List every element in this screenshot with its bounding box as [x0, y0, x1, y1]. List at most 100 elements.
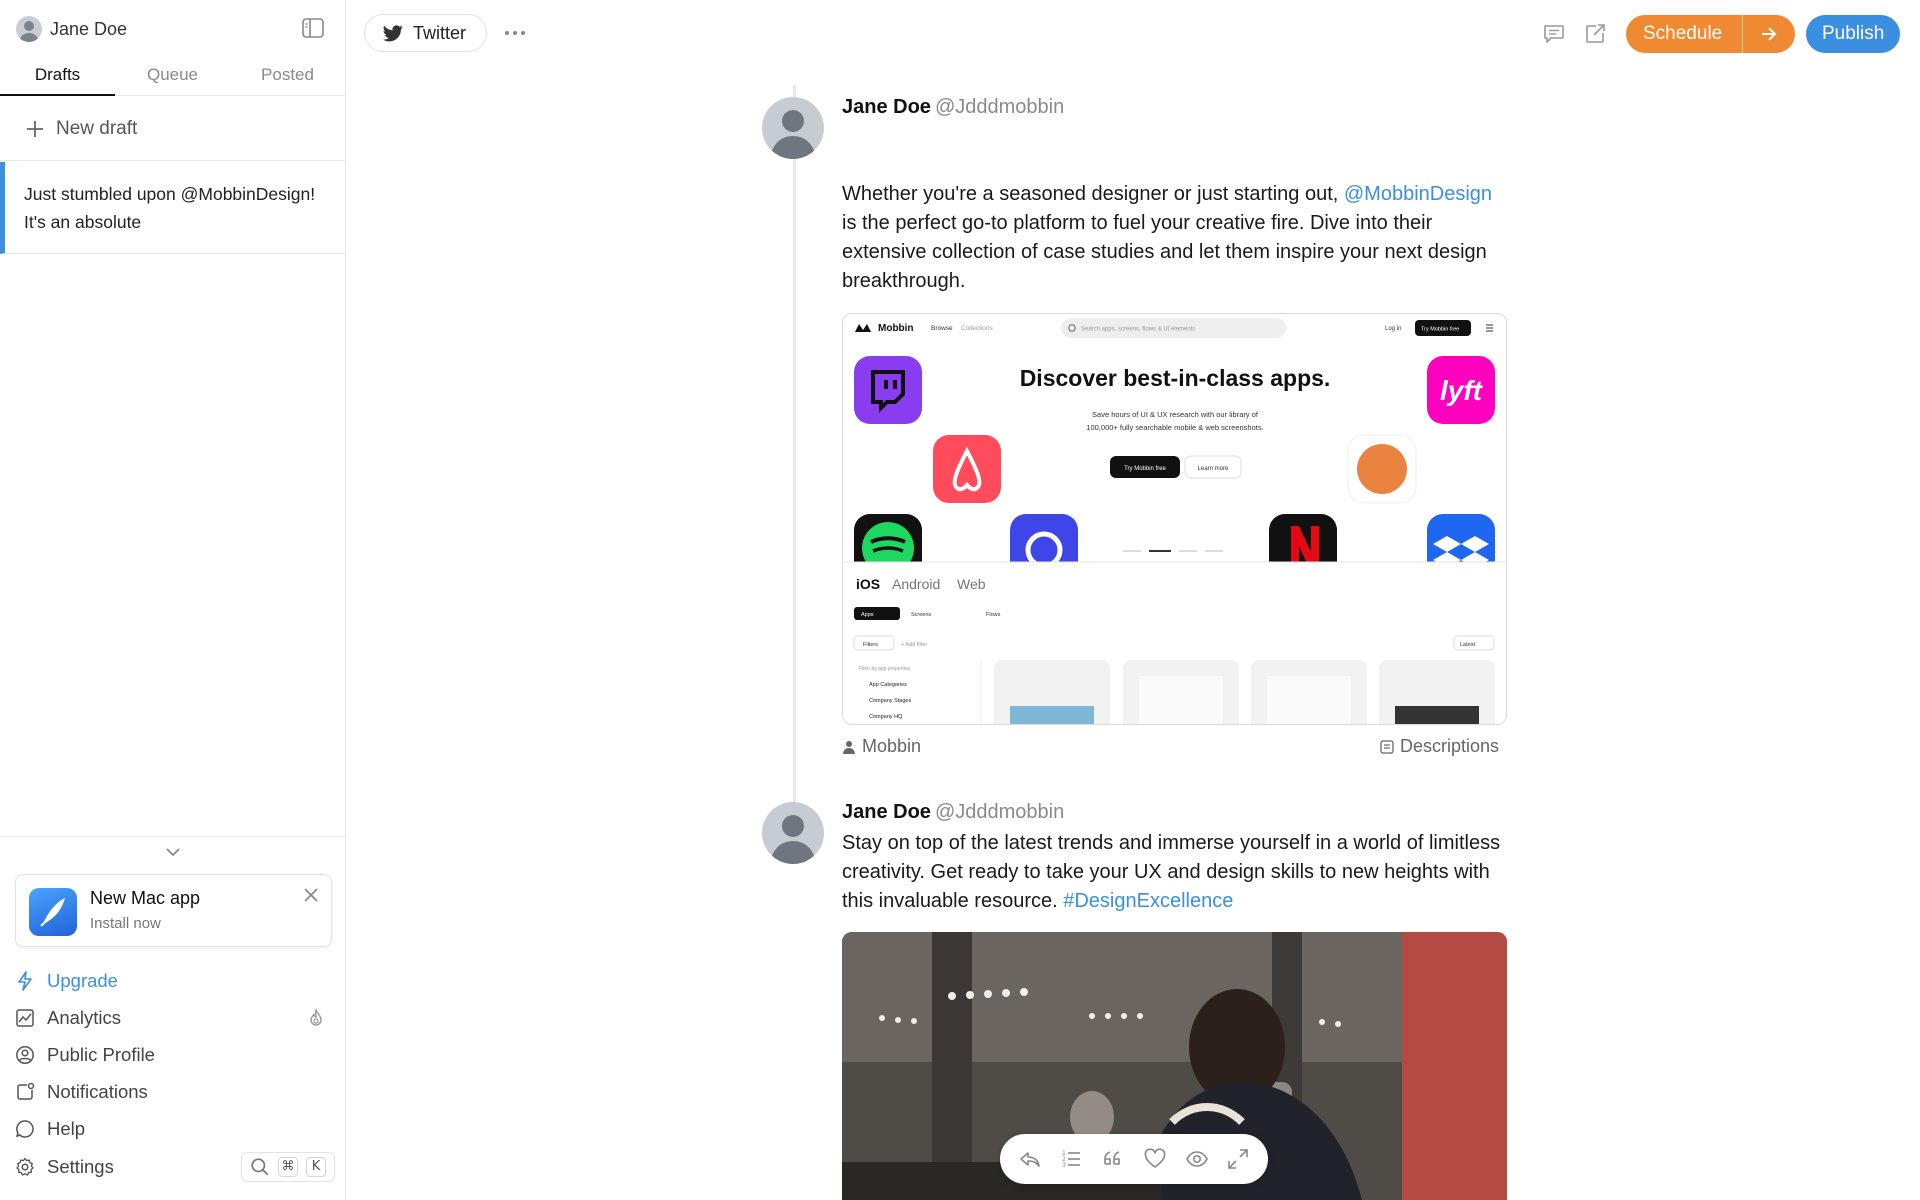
- chevron-down-icon: [166, 847, 180, 856]
- svg-text:lyft: lyft: [1440, 375, 1484, 406]
- tab-posted[interactable]: Posted: [230, 58, 345, 95]
- tweet-body[interactable]: Stay on top of the latest trends and imm…: [842, 829, 1512, 916]
- chart-icon: [16, 1009, 34, 1027]
- tweet-author: Jane Doe @Jdddmobbin: [842, 96, 1064, 119]
- mobbin-tab-ios: iOS: [856, 576, 880, 592]
- promo-title: New Mac app: [90, 888, 201, 908]
- mobbin-secondary-btn-label: Learn more: [1198, 466, 1229, 472]
- platform-selector[interactable]: Twitter: [364, 14, 488, 52]
- tweet-avatar: [762, 97, 824, 159]
- arrow-right-icon: [1762, 27, 1777, 41]
- thread-connector-line: [793, 85, 796, 810]
- shortcut-key-cmd: ⌘: [278, 1156, 298, 1177]
- mobbin-sub2: 100,000+ fully searchable mobile & web s…: [1086, 423, 1263, 432]
- collapse-toggle[interactable]: [0, 836, 346, 866]
- sidebar-toggle-icon[interactable]: [302, 18, 324, 38]
- mobbin-latest-sort: Latest: [1460, 642, 1475, 648]
- media-source-link[interactable]: Mobbin: [842, 736, 921, 757]
- author-handle: @Jdddmobbin: [934, 801, 1065, 823]
- mobbin-tab-android: Android: [892, 576, 940, 592]
- menu-settings[interactable]: Settings ⌘ K: [15, 1148, 335, 1185]
- numbered-list-icon[interactable]: 123: [1059, 1147, 1083, 1171]
- menu-label-analytics: Analytics: [47, 1006, 122, 1028]
- new-draft-button[interactable]: New draft: [0, 97, 346, 161]
- open-external-icon[interactable]: [1583, 22, 1607, 46]
- mobbin-pill-screens: Screens: [911, 612, 931, 618]
- mobbin-website-screenshot: Mobbin Browse Collections Search apps, s…: [843, 318, 1506, 724]
- mobbin-login: Log in: [1385, 326, 1401, 332]
- comment-icon[interactable]: [1542, 22, 1566, 46]
- schedule-button[interactable]: Schedule: [1626, 15, 1743, 53]
- menu-help[interactable]: Help: [15, 1111, 335, 1148]
- mac-app-promo[interactable]: New Mac app Install now: [15, 874, 332, 947]
- tweet-text-start: Whether you're a seasoned designer or ju…: [842, 183, 1344, 205]
- media-descriptions-label: Descriptions: [1400, 736, 1500, 756]
- eye-icon[interactable]: [1185, 1147, 1209, 1171]
- tweet-body[interactable]: Whether you're a seasoned designer or ju…: [842, 180, 1512, 296]
- mobbin-add-filter: + Add filter: [901, 642, 927, 648]
- media-action-toolbar: 123: [1000, 1134, 1268, 1184]
- author-handle: @Jdddmobbin: [934, 96, 1065, 118]
- editor-toolbar: Twitter Schedule Publish: [346, 0, 1920, 66]
- draft-preview-text: Just stumbled upon @MobbinDesign! It's a…: [24, 184, 316, 232]
- account-name: Jane Doe: [50, 18, 128, 39]
- hashtag-link[interactable]: #DesignExcellence: [1063, 890, 1233, 912]
- chat-bubble-icon: [16, 1120, 34, 1139]
- publish-button[interactable]: Publish: [1806, 15, 1901, 53]
- svg-text:3: 3: [1062, 1162, 1066, 1169]
- mobbin-tab-web: Web: [957, 576, 986, 592]
- quote-icon[interactable]: [1101, 1147, 1125, 1171]
- mobbin-primary-btn-label: Try Mobbin free: [1124, 466, 1166, 472]
- author-name: Jane Doe: [842, 801, 931, 823]
- mention-link[interactable]: @MobbinDesign: [1344, 183, 1492, 205]
- mobbin-sub1: Save hours of UI & UX research with our …: [1092, 410, 1259, 419]
- plus-icon: [27, 120, 43, 137]
- tweet-media-screenshot[interactable]: Mobbin Browse Collections Search apps, s…: [842, 313, 1507, 725]
- user-silhouette-icon: [770, 815, 816, 864]
- airbnb-app-icon: [933, 435, 1001, 503]
- user-silhouette-icon: [770, 110, 816, 159]
- menu-public-profile[interactable]: Public Profile: [15, 1036, 335, 1073]
- new-draft-label: New draft: [56, 117, 138, 139]
- mobbin-filter-item: Company Stages: [869, 698, 911, 704]
- twitter-bird-icon: [383, 24, 403, 41]
- description-icon: [1380, 739, 1394, 754]
- media-descriptions-button[interactable]: Descriptions: [1380, 736, 1499, 757]
- mobbin-filter-heading: Filter by app properties: [859, 666, 911, 672]
- draft-list-item[interactable]: Just stumbled upon @MobbinDesign! It's a…: [0, 162, 346, 254]
- close-icon[interactable]: [303, 887, 319, 903]
- tweet-avatar: [762, 802, 824, 864]
- expand-icon[interactable]: [1226, 1147, 1250, 1171]
- mobbin-pill-flows: Flows: [986, 612, 1001, 618]
- reply-icon[interactable]: [1018, 1147, 1042, 1171]
- mac-app-icon: [29, 888, 77, 936]
- account-switcher[interactable]: Jane Doe: [16, 16, 127, 42]
- shortcut-key-k: K: [306, 1156, 326, 1177]
- more-options-icon[interactable]: [502, 22, 528, 44]
- media-source-label: Mobbin: [862, 736, 922, 756]
- schedule-arrow-button[interactable]: [1742, 15, 1796, 53]
- schedule-group: Schedule: [1626, 15, 1796, 53]
- mobbin-logo-mark: [855, 324, 871, 332]
- menu-label-public-profile: Public Profile: [47, 1043, 155, 1065]
- menu-upgrade[interactable]: Upgrade: [15, 962, 335, 999]
- tab-drafts[interactable]: Drafts: [0, 58, 115, 96]
- menu-analytics[interactable]: Analytics: [15, 999, 335, 1036]
- menu-label-settings: Settings: [47, 1155, 114, 1177]
- mobbin-filter-item: Company HQ: [869, 714, 903, 720]
- search-shortcut[interactable]: ⌘ K: [241, 1151, 335, 1182]
- tweet-text-end: is the perfect go-to platform to fuel yo…: [842, 212, 1487, 292]
- menu-label-upgrade: Upgrade: [47, 969, 118, 991]
- mobbin-pill-apps: Apps: [861, 612, 874, 618]
- menu-notifications[interactable]: Notifications: [15, 1074, 335, 1111]
- avatar: [16, 16, 42, 42]
- search-icon: [251, 1158, 269, 1176]
- tab-queue[interactable]: Queue: [115, 58, 230, 95]
- heart-icon[interactable]: [1143, 1147, 1167, 1171]
- mobbin-filters-btn: Filters: [863, 642, 878, 648]
- mobbin-brand: Mobbin: [878, 323, 914, 334]
- user-silhouette-icon: [19, 21, 39, 42]
- mobbin-filter-item: App Categories: [869, 682, 907, 688]
- twitch-app-icon: [854, 356, 922, 424]
- sidebar: Jane Doe Drafts Queue Posted New draft J…: [0, 0, 346, 1200]
